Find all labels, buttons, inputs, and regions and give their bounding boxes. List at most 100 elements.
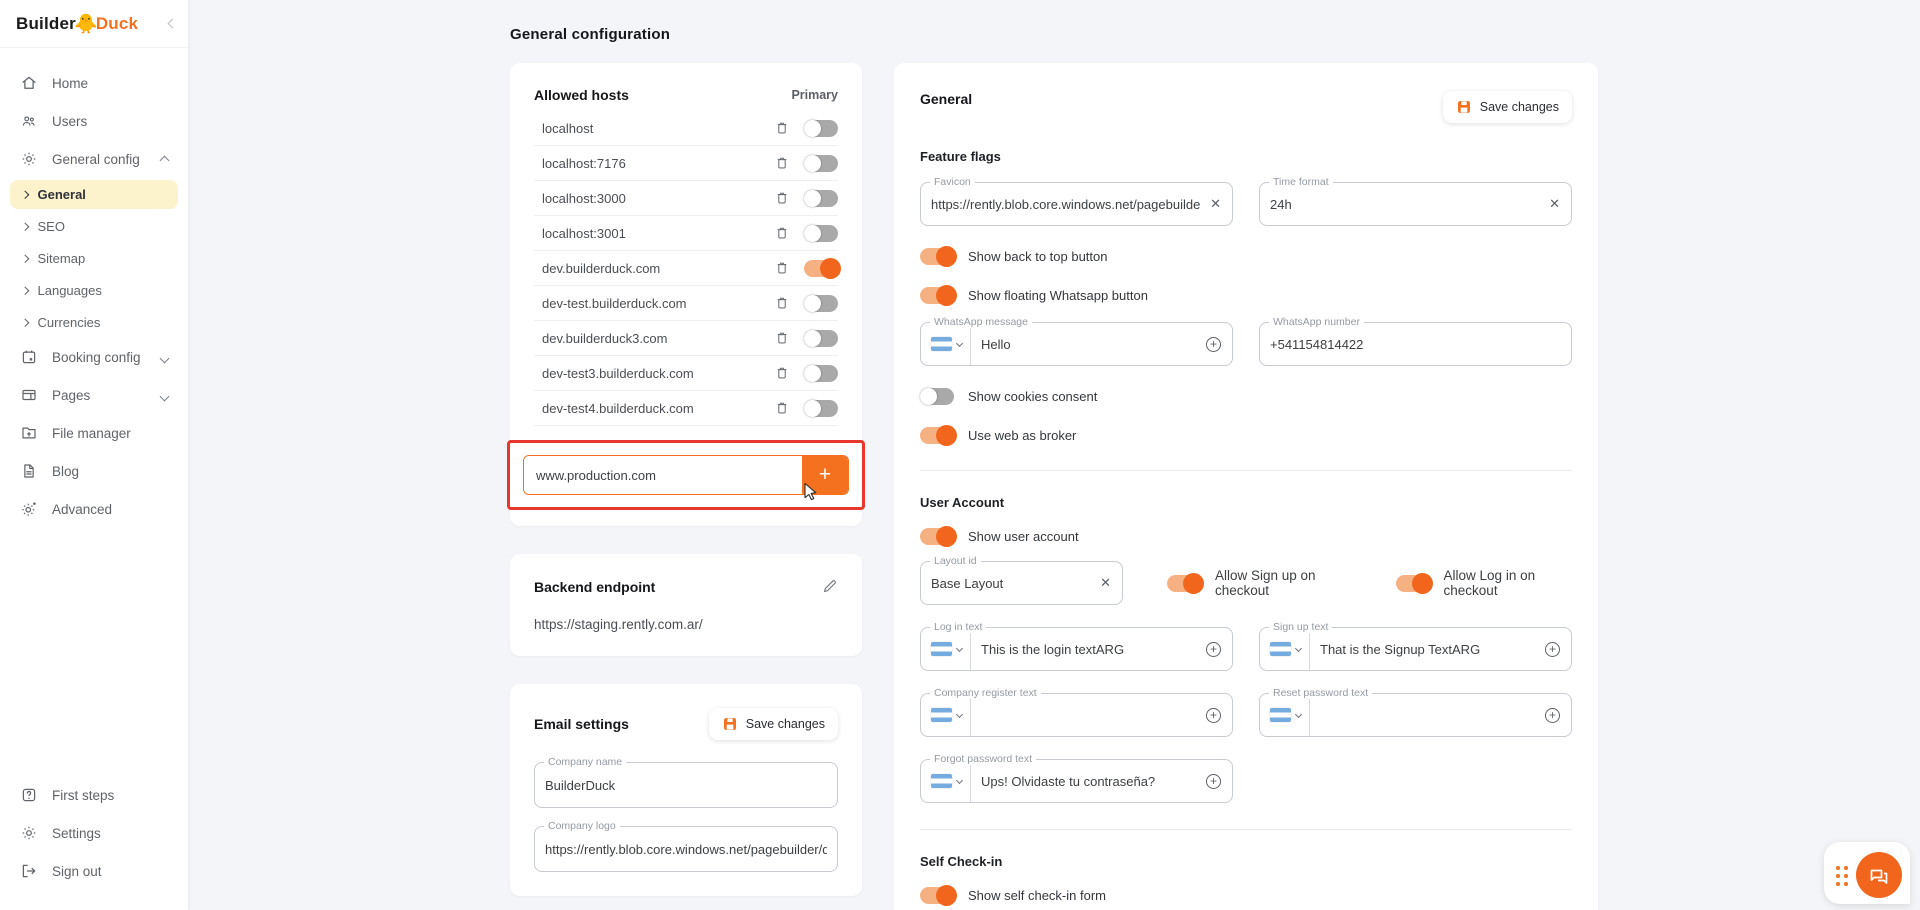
primary-toggle[interactable]	[804, 330, 838, 347]
show-cookies-consent-toggle[interactable]	[920, 388, 954, 405]
trash-icon[interactable]	[774, 155, 790, 171]
trash-icon[interactable]	[774, 400, 790, 416]
primary-toggle[interactable]	[804, 260, 838, 277]
toggle-label: Show floating Whatsapp button	[968, 288, 1148, 303]
sidebar-item-booking-config[interactable]: Booking config	[10, 340, 178, 374]
sidebar-subitem-languages[interactable]: Languages	[10, 276, 178, 305]
add-translation-icon[interactable]: +	[1545, 708, 1560, 723]
host-row: dev-test3.builderduck.com	[534, 356, 838, 391]
show-self-checkin-toggle[interactable]	[920, 887, 954, 904]
primary-toggle[interactable]	[804, 155, 838, 172]
show-user-account-toggle[interactable]	[920, 528, 954, 545]
trash-icon[interactable]	[774, 120, 790, 136]
language-flag-select[interactable]	[921, 323, 971, 365]
sidebar-subitem-currencies[interactable]: Currencies	[10, 308, 178, 337]
language-flag-select[interactable]	[921, 628, 971, 670]
time-format-input[interactable]	[1260, 197, 1549, 212]
favicon-input[interactable]	[921, 197, 1210, 212]
sidebar-subitem-general[interactable]: General	[10, 180, 178, 209]
language-flag-select[interactable]	[1260, 694, 1310, 736]
allow-sign-up-toggle[interactable]	[1167, 575, 1201, 592]
reset-password-text-input[interactable]	[1310, 708, 1545, 723]
sidebar-item-first-steps[interactable]: First steps	[10, 778, 178, 812]
drag-dots-icon[interactable]	[1836, 866, 1848, 886]
add-translation-icon[interactable]: +	[1206, 642, 1221, 657]
whatsapp-number-input[interactable]	[1260, 337, 1571, 352]
sign-up-text-input[interactable]	[1310, 642, 1545, 657]
company-register-text-input[interactable]	[971, 708, 1206, 723]
sidebar-subitem-label: Languages	[38, 283, 102, 298]
sidebar-subitem-label: Currencies	[38, 315, 101, 330]
sidebar-item-sign-out[interactable]: Sign out	[10, 854, 178, 888]
sidebar-subitem-seo[interactable]: SEO	[10, 212, 178, 241]
sidebar-collapse-button[interactable]	[169, 20, 176, 27]
primary-toggle[interactable]	[804, 365, 838, 382]
company-name-input[interactable]	[535, 778, 837, 793]
email-save-changes-button[interactable]: Save changes	[709, 708, 838, 740]
add-translation-icon[interactable]: +	[1206, 337, 1221, 352]
primary-toggle[interactable]	[804, 295, 838, 312]
sidebar-item-advanced[interactable]: Advanced	[10, 492, 178, 526]
sidebar-item-pages[interactable]: Pages	[10, 378, 178, 412]
sidebar-item-label: Home	[52, 76, 88, 91]
logo-row: Builder🐥Duck	[0, 0, 188, 48]
add-translation-icon[interactable]: +	[1545, 642, 1560, 657]
sidebar-item-home[interactable]: Home	[10, 66, 178, 100]
forgot-password-text-label: Forgot password text	[930, 753, 1036, 765]
forgot-password-text-input[interactable]	[971, 774, 1206, 789]
trash-icon[interactable]	[774, 365, 790, 381]
trash-icon[interactable]	[774, 225, 790, 241]
use-web-as-broker-toggle[interactable]	[920, 427, 954, 444]
host-row: dev-test.builderduck.com	[534, 286, 838, 321]
new-host-input[interactable]	[524, 456, 802, 494]
add-translation-icon[interactable]: +	[1206, 774, 1221, 789]
language-flag-select[interactable]	[921, 760, 971, 802]
language-flag-select[interactable]	[921, 694, 971, 736]
show-floating-whatsapp-toggle[interactable]	[920, 287, 954, 304]
sidebar-item-users[interactable]: Users	[10, 104, 178, 138]
trash-icon[interactable]	[774, 330, 790, 346]
host-name: dev-test.builderduck.com	[542, 296, 774, 311]
show-back-to-top-toggle[interactable]	[920, 248, 954, 265]
language-flag-select[interactable]	[1260, 628, 1310, 670]
chevron-right-icon	[21, 287, 29, 295]
self-checkin-section-label: Self Check-in	[920, 854, 1572, 869]
clear-x-icon[interactable]: ✕	[1549, 196, 1560, 212]
company-logo-input[interactable]	[535, 842, 837, 857]
host-name: dev-test3.builderduck.com	[542, 366, 774, 381]
sidebar-item-label: Users	[52, 114, 87, 129]
main-area: General configuration Allowed hosts Prim…	[188, 0, 1920, 910]
sidebar-item-file-manager[interactable]: File manager	[10, 416, 178, 450]
sidebar-item-general-config[interactable]: General config	[10, 142, 178, 176]
chat-button[interactable]	[1856, 852, 1902, 898]
primary-toggle[interactable]	[804, 400, 838, 417]
toggle-label: Allow Sign up on checkout	[1215, 568, 1352, 598]
add-translation-icon[interactable]: +	[1206, 708, 1221, 723]
calendar-icon	[20, 348, 38, 366]
sidebar-item-blog[interactable]: Blog	[10, 454, 178, 488]
trash-icon[interactable]	[774, 260, 790, 276]
trash-icon[interactable]	[774, 190, 790, 206]
sidebar-item-label: Pages	[52, 388, 90, 403]
favicon-label: Favicon	[930, 176, 975, 188]
sidebar-item-label: Advanced	[52, 502, 112, 517]
allow-log-in-toggle[interactable]	[1396, 575, 1430, 592]
page-title: General configuration	[510, 26, 1598, 43]
whatsapp-message-input[interactable]	[971, 337, 1206, 352]
clear-x-icon[interactable]: ✕	[1100, 575, 1111, 591]
clear-x-icon[interactable]: ✕	[1210, 196, 1221, 212]
log-in-text-input[interactable]	[971, 642, 1206, 657]
primary-toggle[interactable]	[804, 120, 838, 137]
general-save-changes-button[interactable]: Save changes	[1443, 91, 1572, 123]
layout-id-input[interactable]	[921, 576, 1100, 591]
annotation-highlight-box: +	[507, 440, 865, 510]
edit-pencil-icon[interactable]	[821, 578, 838, 595]
duck-logo-icon: 🐥	[74, 12, 98, 36]
sidebar-item-settings[interactable]: Settings	[10, 816, 178, 850]
primary-toggle[interactable]	[804, 225, 838, 242]
primary-toggle[interactable]	[804, 190, 838, 207]
chevron-down-icon	[161, 350, 168, 365]
trash-icon[interactable]	[774, 295, 790, 311]
sidebar-subitem-sitemap[interactable]: Sitemap	[10, 244, 178, 273]
company-logo-label: Company logo	[544, 820, 620, 832]
